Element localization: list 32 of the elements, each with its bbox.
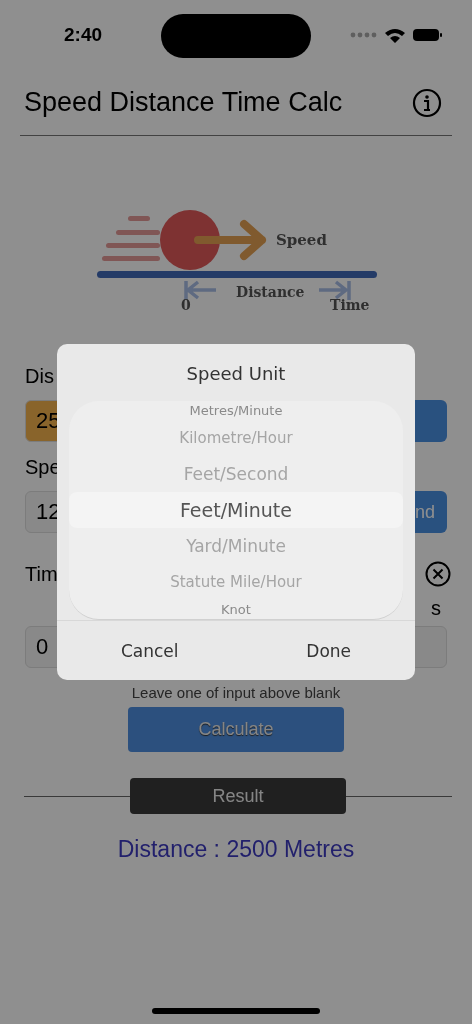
time-label: Tim bbox=[25, 562, 58, 586]
picker-option[interactable]: Statute Mile/Hour bbox=[69, 563, 403, 600]
hint-text: Leave one of input above blank bbox=[130, 684, 342, 701]
start-label: 0 bbox=[181, 297, 191, 311]
speed-label: Speed bbox=[276, 231, 327, 249]
unit-picker[interactable]: Metres/Minute Kilometre/Hour Feet/Second Feet/Minute Yard/Minute Statute Mile/Hour Knot bbox=[69, 401, 403, 620]
picker-option[interactable]: Yard/Minute bbox=[69, 527, 403, 564]
ball-drawing bbox=[160, 210, 220, 270]
app-title: Speed Distance Time Calc bbox=[24, 87, 343, 118]
info-icon[interactable] bbox=[412, 87, 442, 118]
signal-icon bbox=[350, 32, 377, 38]
picker-option[interactable]: Feet/Second bbox=[69, 456, 403, 493]
result-heading: Result bbox=[130, 778, 346, 814]
time-unit-label: s bbox=[431, 597, 441, 620]
clear-icon[interactable] bbox=[425, 561, 451, 587]
wifi-icon bbox=[385, 27, 405, 43]
distance-label: Distance bbox=[236, 284, 305, 300]
dialog-title: Speed Unit bbox=[185, 363, 287, 386]
picker-option[interactable]: Kilometre/Hour bbox=[69, 420, 403, 457]
status-time: 2:40 bbox=[64, 24, 103, 46]
result-text: Distance : 2500 Metres bbox=[116, 836, 356, 863]
picker-option[interactable]: Metres/Minute bbox=[69, 401, 403, 421]
distance-label: Dis bbox=[25, 365, 54, 388]
picker-option[interactable]: Knot bbox=[69, 599, 403, 619]
speed-lines-drawing bbox=[102, 216, 160, 261]
done-button[interactable]: Done bbox=[286, 634, 372, 667]
speed-arrow bbox=[194, 220, 266, 260]
picker-option[interactable]: Feet/Minute bbox=[69, 492, 403, 528]
cancel-button[interactable]: Cancel bbox=[100, 634, 199, 667]
calculate-button[interactable]: Calculate bbox=[128, 707, 344, 752]
time-label: Time bbox=[330, 297, 370, 311]
battery-icon bbox=[413, 29, 442, 41]
